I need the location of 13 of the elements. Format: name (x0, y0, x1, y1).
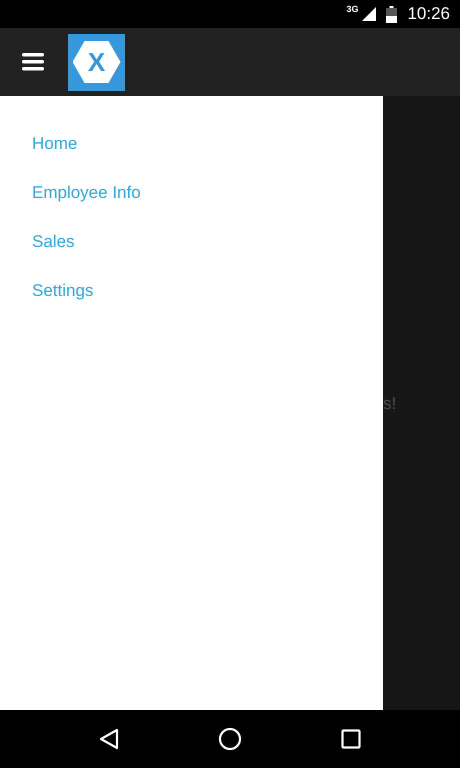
clock: 10:26 (407, 4, 450, 24)
recents-icon[interactable] (340, 729, 361, 749)
battery-icon (386, 6, 398, 22)
menu-icon[interactable] (22, 53, 44, 71)
signal-icon (362, 7, 376, 21)
back-icon[interactable] (99, 728, 120, 750)
drawer-item[interactable]: Sales (0, 218, 107, 267)
drawer-item[interactable]: Settings (0, 267, 126, 316)
drawer-item[interactable]: Employee Info (0, 169, 173, 218)
network-type: 3G (346, 4, 358, 14)
home-icon[interactable] (218, 727, 242, 751)
drawer-item[interactable]: Home (0, 120, 110, 169)
logo-mark: X (72, 41, 120, 83)
